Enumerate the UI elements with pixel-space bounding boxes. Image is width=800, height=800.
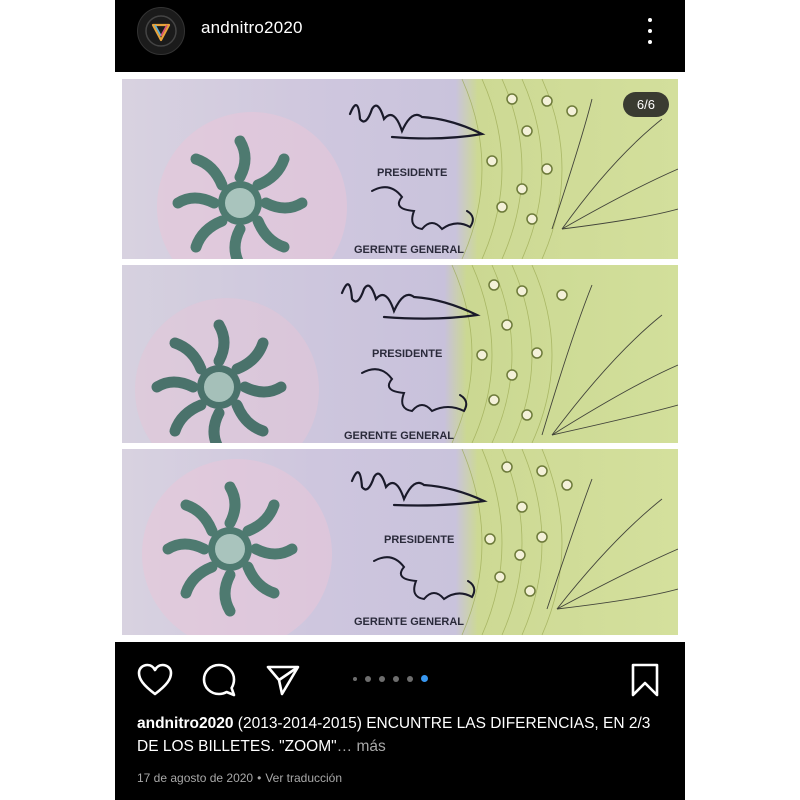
label-gerente-general: GERENTE GENERAL [354,244,464,256]
banknote-strip: PRESIDENTE GERENTE GENERAL [122,79,678,259]
post-date: 17 de agosto de 2020 [137,771,254,785]
carousel-dot [407,675,413,682]
post-header: andnitro2020 [115,0,685,72]
label-presidente: PRESIDENTE [377,167,447,179]
carousel-dot [365,675,371,682]
translate-link[interactable]: Ver traducción [265,771,342,785]
avatar[interactable] [137,7,185,55]
banknote-strip: PRESIDENTE GERENTE GENERAL [122,265,678,443]
comment-icon[interactable] [199,660,239,700]
label-presidente: PRESIDENTE [372,348,442,360]
banknote-strip: PRESIDENTE GERENTE GENERAL [122,449,678,635]
carousel-dot [379,675,385,682]
post-username[interactable]: andnitro2020 [201,18,303,38]
post-image[interactable]: 6/6 PRESIDENTE GERENTE GENERAL PRESIDENT… [115,72,685,642]
heart-icon[interactable] [135,660,175,700]
label-gerente-general: GERENTE GENERAL [344,430,454,442]
carousel-dot [353,676,357,681]
carousel-indicator [353,675,428,682]
carousel-dot-active [421,675,428,682]
instagram-post: andnitro2020 6/6 PRESIDENTE GERENTE GENE… [115,0,685,800]
more-dot [648,40,652,44]
meta-separator: • [257,771,262,785]
more-dot [648,29,652,33]
carousel-dot [393,675,399,682]
label-gerente-general: GERENTE GENERAL [354,616,464,628]
carousel-counter: 6/6 [622,92,669,117]
post-caption: andnitro2020 (2013-2014-2015) ENCUNTRE L… [137,712,663,758]
more-options-icon[interactable] [643,18,657,44]
bookmark-icon[interactable] [625,660,665,700]
caption-username[interactable]: andnitro2020 [137,715,233,732]
more-dot [648,18,652,22]
label-presidente: PRESIDENTE [384,534,454,546]
action-bar [115,642,685,712]
caption-more-link[interactable]: … más [337,738,386,755]
triangle-logo-icon [145,15,177,47]
send-icon[interactable] [263,660,303,700]
post-meta: 17 de agosto de 2020 • Ver traducción [137,771,342,785]
